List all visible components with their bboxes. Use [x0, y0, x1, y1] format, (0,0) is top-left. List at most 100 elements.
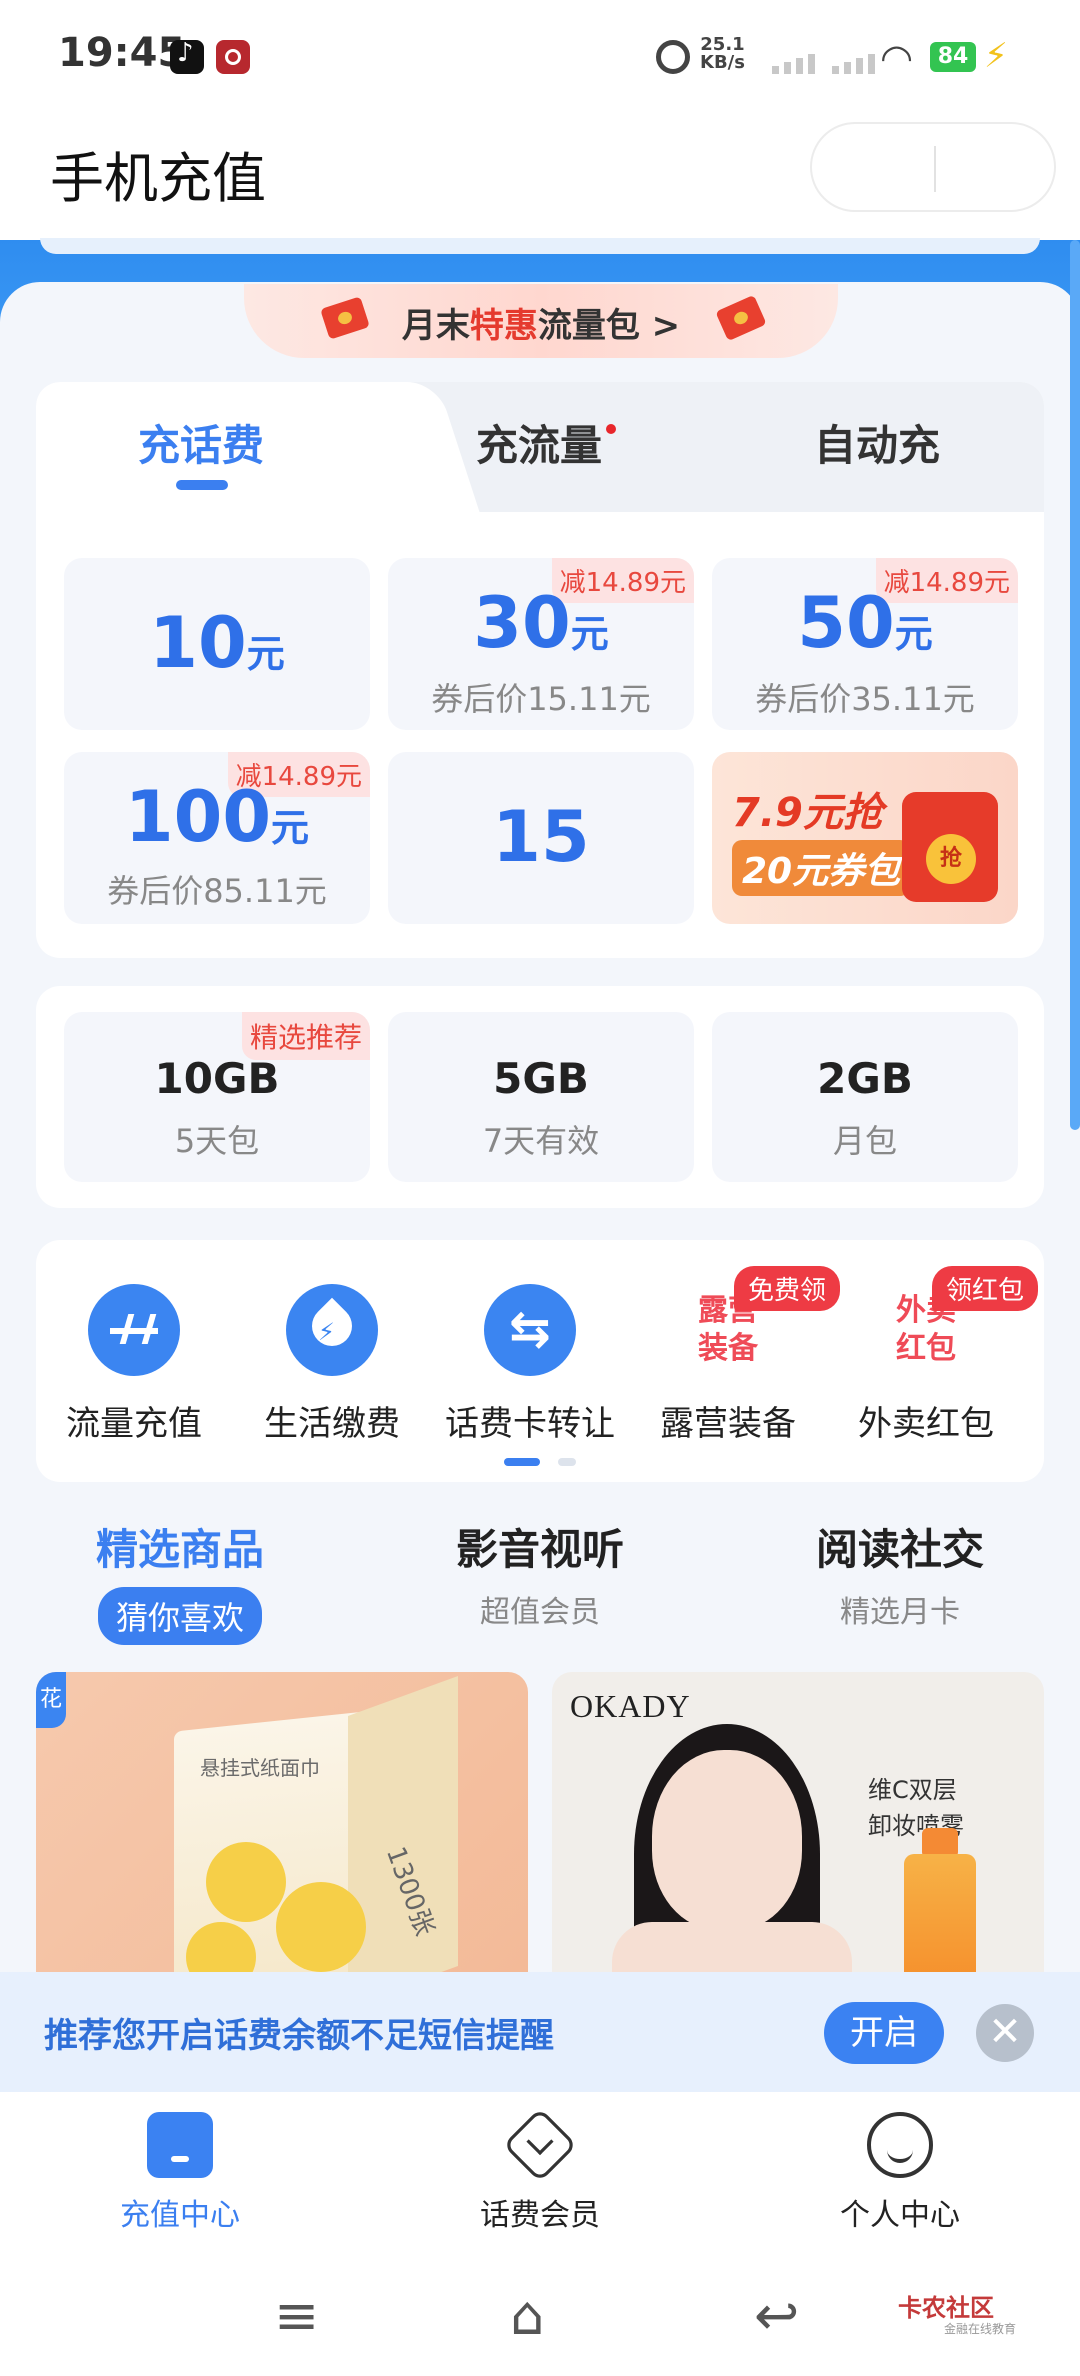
model-face [652, 1750, 802, 1930]
amount-tile[interactable]: 减14.89元 50元 券后价35.11元 [712, 558, 1018, 730]
nav-bill-membership[interactable]: 话费会员 [420, 2107, 660, 2234]
menu-icon[interactable]: ≡ [274, 2284, 319, 2347]
flower-decor [276, 1882, 366, 1972]
flower-decor [206, 1842, 286, 1922]
promo-banner[interactable]: 月末特惠流量包 > [244, 284, 838, 358]
amount-number: 30 [473, 582, 571, 664]
recharge-tabs: 充话费 充流量 自动充 [36, 382, 1044, 522]
service-card-transfer[interactable]: 话费卡转让 [440, 1284, 620, 1445]
status-bar: 19:45 25.1 KB/s ◠ 84 ⚡ [0, 0, 1080, 100]
data-duration: 5天包 [174, 1122, 260, 1160]
page-indicator-active [504, 1458, 540, 1466]
app-icon [216, 40, 250, 74]
data-duration: 7天有效 [482, 1122, 600, 1160]
net-speed-unit: KB/s [700, 52, 745, 73]
service-label: 生活缴费 [264, 1404, 400, 1444]
nav-personal-center[interactable]: 个人中心 [780, 2112, 1020, 2234]
data-plan-tile[interactable]: 5GB 7天有效 [388, 1012, 694, 1182]
swap-icon [484, 1284, 576, 1376]
amount-unit: 元 [271, 806, 310, 850]
nav-recharge-center[interactable]: 充值中心 [60, 2112, 300, 2234]
data-size: 2GB [817, 1054, 913, 1103]
coupon-promo-tile[interactable]: 7.9元抢 20元券包 抢 [712, 752, 1018, 924]
data-size: 5GB [493, 1054, 589, 1103]
custom-amount-tile[interactable]: 15 [388, 752, 694, 924]
service-label: 流量充值 [66, 1404, 202, 1444]
close-icon[interactable]: ✕ [976, 2004, 1034, 2062]
service-data-recharge[interactable]: 流量充值 [44, 1284, 224, 1445]
category-title: 影音视听 [455, 1525, 624, 1574]
promo-highlight: 特惠 [469, 306, 538, 346]
service-takeout-coupon[interactable]: 领红包 外卖 红包 外卖红包 [836, 1266, 1039, 1445]
amount-value: 100元 [64, 776, 370, 858]
amount-value: 30元 [388, 582, 694, 664]
services-card: 流量充值 生活缴费 话费卡转让 免费领 露营 装备 露营装备 领红包 外卖 红包… [36, 1240, 1044, 1482]
drop-bolt-icon [286, 1284, 378, 1376]
amount-tile[interactable]: 减14.89元 30元 券后价15.11元 [388, 558, 694, 730]
nav-label: 个人中心 [840, 2198, 960, 2233]
bottom-nav: 充值中心 话费会员 个人中心 [0, 2092, 1080, 2244]
red-packet-badge: 领红包 [932, 1266, 1039, 1311]
recharge-card: 充话费 充流量 自动充 10元 减14.89元 30元 券后价15.11元 减1… [36, 382, 1044, 958]
service-camping-gear[interactable]: 免费领 露营 装备 露营装备 [638, 1266, 841, 1445]
charging-icon: ⚡ [984, 36, 1008, 76]
profile-icon [867, 2112, 933, 2178]
mini-program-capsule[interactable] [810, 122, 1056, 212]
model-body [612, 1922, 852, 1972]
amount-unit: 元 [894, 612, 933, 656]
net-speed: 25.1 KB/s [700, 36, 745, 72]
category-sub: 猜你喜欢 [97, 1587, 262, 1645]
data-plan-tile[interactable]: 精选推荐 10GB 5天包 [64, 1012, 370, 1182]
scrollbar[interactable] [1070, 240, 1080, 1130]
free-badge: 免费领 [734, 1266, 841, 1311]
nav-label: 话费会员 [480, 2198, 600, 2233]
promo-coupon: 20元券包 [732, 840, 911, 896]
chevron-right-icon: > [651, 306, 681, 346]
service-label: 话费卡转让 [445, 1404, 615, 1444]
recharge-center-icon [147, 2112, 213, 2178]
category-reading-social[interactable]: 阅读社交 精选月卡 [780, 1516, 1020, 1631]
back-icon[interactable]: ↩ [754, 2284, 799, 2347]
enable-button[interactable]: 开启 [824, 2002, 944, 2064]
promo-price: 7.9元抢 [732, 790, 883, 836]
amount-number: 15 [492, 796, 590, 878]
page-indicator [558, 1458, 576, 1466]
tab-auto-recharge[interactable]: 自动充 [814, 412, 940, 473]
watermark-logo: 卡农社区 [898, 2294, 994, 2322]
amount-value: 15 [388, 796, 694, 878]
service-utility-bills[interactable]: 生活缴费 [242, 1284, 422, 1445]
category-title: 精选商品 [95, 1525, 264, 1574]
category-featured[interactable]: 精选商品 猜你喜欢 [60, 1516, 300, 1645]
alarm-icon [656, 40, 690, 74]
corner-tag: 花 [36, 1672, 66, 1728]
service-label: 露营装备 [660, 1404, 796, 1444]
amount-value: 50元 [712, 582, 1018, 664]
status-time: 19:45 [58, 30, 186, 76]
new-dot [606, 424, 616, 434]
data-plan-tile[interactable]: 2GB 月包 [712, 1012, 1018, 1182]
amount-unit: 元 [570, 612, 609, 656]
product-text: 悬挂式纸面巾 [200, 1756, 320, 1780]
tab-phone-bill[interactable]: 充话费 [138, 412, 264, 473]
app-header: 手机充值 [0, 100, 1080, 240]
product-card-tissue[interactable]: 花 悬挂式纸面巾 1300张 [36, 1672, 528, 1972]
price-after-coupon: 券后价85.11元 [107, 872, 327, 910]
home-icon[interactable]: ⌂ [510, 2284, 544, 2347]
tab-indicator [176, 480, 228, 490]
spray-bottle-image [904, 1854, 976, 1972]
grab-button: 抢 [926, 834, 976, 884]
service-label: 外卖红包 [858, 1404, 994, 1444]
tab-data[interactable]: 充流量 [476, 412, 602, 473]
amount-tile[interactable]: 10元 [64, 558, 370, 730]
data-plan-card: 精选推荐 10GB 5天包 5GB 7天有效 2GB 月包 [36, 986, 1044, 1208]
tiktok-icon [170, 38, 204, 74]
category-title: 阅读社交 [815, 1525, 984, 1574]
category-audio-video[interactable]: 影音视听 超值会员 [420, 1516, 660, 1631]
watermark-sub: 金融在线教育 [944, 2322, 1017, 2336]
amount-tile[interactable]: 减14.89元 100元 券后价85.11元 [64, 752, 370, 924]
sms-reminder-bar: 推荐您开启话费余额不足短信提醒 开启 ✕ [0, 1972, 1080, 2092]
price-after-coupon: 券后价35.11元 [755, 680, 975, 718]
amount-number: 50 [797, 582, 895, 664]
product-card-okady[interactable]: OKADY 维C双层 卸妆喷雾 [552, 1672, 1044, 1972]
promo-suffix: 流量包 [537, 306, 640, 346]
